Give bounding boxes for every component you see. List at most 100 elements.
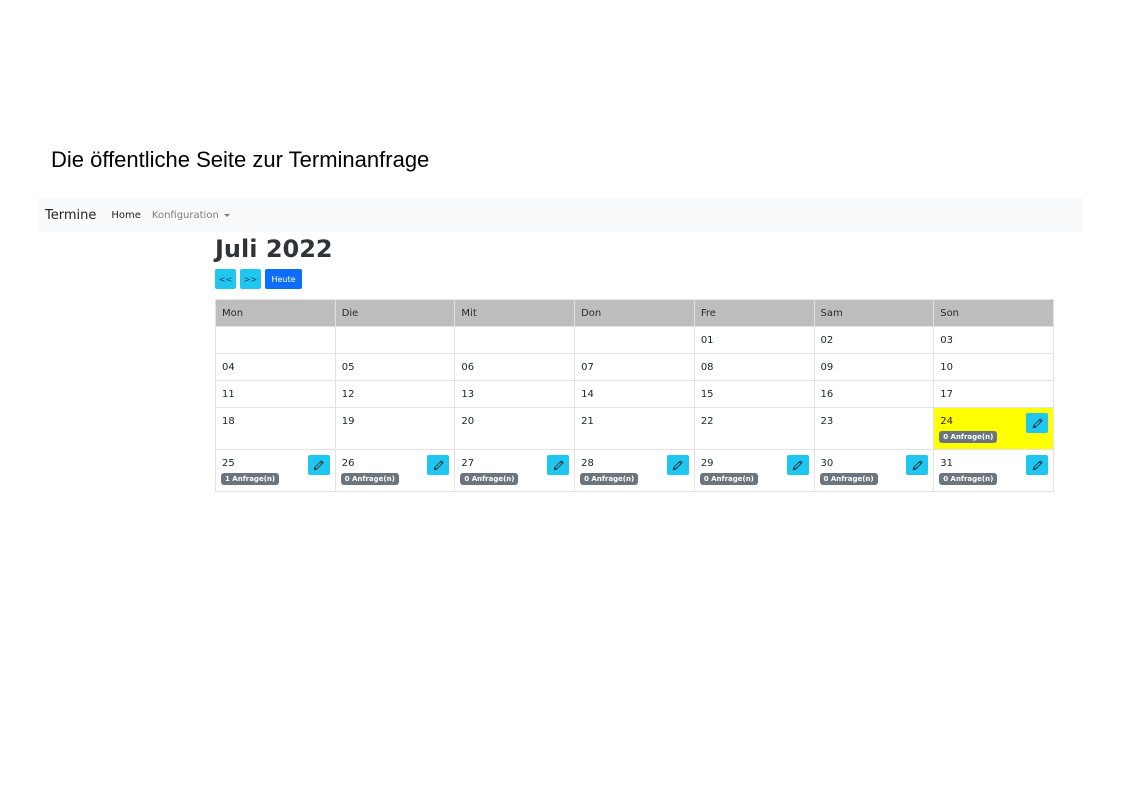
calendar-empty-cell <box>334 326 456 354</box>
day-number: 21 <box>581 416 594 427</box>
calendar-day-cell: 31 0 Anfrage(n) <box>933 449 1054 492</box>
pencil-icon <box>553 459 564 470</box>
calendar-day-cell: 03 <box>933 326 1054 354</box>
today-button[interactable]: Heute <box>265 269 302 289</box>
day-number: 02 <box>820 335 834 346</box>
day-number: 07 <box>581 362 594 373</box>
calendar-day-cell: 30 0 Anfrage(n) <box>813 449 935 492</box>
calendar-day-cell: 25 1 Anfrage(n) <box>215 449 336 492</box>
pencil-icon <box>314 459 324 470</box>
calendar-empty-cell <box>215 326 336 354</box>
day-number: 10 <box>940 362 953 373</box>
day-number: 03 <box>940 335 953 346</box>
calendar-day-cell: 21 <box>574 407 695 450</box>
day-number: 14 <box>581 389 594 400</box>
day-number: 29 <box>700 458 714 469</box>
day-number: 16 <box>820 389 834 400</box>
calendar-day-cell: 23 <box>813 407 935 450</box>
day-number: 17 <box>940 389 953 400</box>
calendar-day-cell: 24 0 Anfrage(n) <box>933 407 1054 450</box>
calendar-week-row: 11 12 13 14 15 16 17 <box>215 380 1054 408</box>
calendar-nav-buttons: << >> Heute <box>215 269 302 289</box>
day-number: 12 <box>341 389 355 400</box>
prev-month-button[interactable]: << <box>215 269 236 289</box>
pencil-icon <box>433 459 444 470</box>
edit-day-button[interactable] <box>786 455 809 475</box>
day-number: 25 <box>222 458 235 469</box>
calendar-day-cell: 18 <box>215 407 336 450</box>
edit-day-button[interactable] <box>906 455 929 475</box>
calendar-day-cell: 11 <box>215 380 336 408</box>
nav-dropdown-label: Konfiguration <box>151 209 219 221</box>
page-caption: Die öffentliche Seite zur Terminanfrage <box>51 147 430 172</box>
request-count-badge: 1 Anfrage(n) <box>221 473 280 485</box>
calendar-day-cell: 05 <box>334 353 456 381</box>
day-number: 01 <box>700 335 714 346</box>
calendar-day-cell: 22 <box>693 407 815 450</box>
navbar: Termine Home Konfiguration <box>38 198 1083 232</box>
edit-day-button[interactable] <box>307 455 330 475</box>
calendar-day-cell: 12 <box>334 380 456 408</box>
pencil-icon <box>673 459 683 470</box>
day-number: 30 <box>820 458 834 469</box>
calendar-day-cell: 10 <box>933 353 1054 381</box>
calendar-day-cell: 17 <box>933 380 1054 408</box>
request-count-badge: 0 Anfrage(n) <box>340 473 399 485</box>
navbar-brand[interactable]: Termine <box>45 208 96 223</box>
request-count-badge: 0 Anfrage(n) <box>460 473 519 485</box>
weekday-header: Mit <box>454 299 576 327</box>
calendar-day-cell: 07 <box>574 353 695 381</box>
day-number: 15 <box>700 389 714 400</box>
nav-dropdown-konfiguration[interactable]: Konfiguration <box>152 210 230 221</box>
calendar-day-cell: 13 <box>454 380 576 408</box>
day-number: 31 <box>940 458 953 469</box>
calendar-day-cell: 16 <box>813 380 935 408</box>
request-count-badge: 0 Anfrage(n) <box>939 473 998 485</box>
day-number: 05 <box>341 362 355 373</box>
day-number: 20 <box>461 416 475 427</box>
edit-day-button[interactable] <box>427 455 450 475</box>
weekday-header: Die <box>334 299 456 327</box>
calendar-day-cell: 26 0 Anfrage(n) <box>334 449 456 492</box>
day-number: 24 <box>940 416 953 427</box>
calendar-day-cell: 09 <box>813 353 935 381</box>
calendar-day-cell: 06 <box>454 353 576 381</box>
month-title: Juli 2022 <box>215 235 333 263</box>
calendar-day-cell: 01 <box>693 326 815 354</box>
calendar-week-row: 04 05 06 07 08 09 10 <box>215 353 1054 381</box>
weekday-header-row: Mon Die Mit Don Fre Sam Son <box>215 299 1054 327</box>
day-number: 09 <box>820 362 834 373</box>
next-month-button[interactable]: >> <box>240 269 261 289</box>
request-count-badge: 0 Anfrage(n) <box>939 431 998 443</box>
edit-day-button[interactable] <box>1026 413 1048 433</box>
nav-link-home[interactable]: Home <box>111 210 141 221</box>
calendar-day-cell: 27 0 Anfrage(n) <box>454 449 576 492</box>
calendar-empty-cell <box>574 326 695 354</box>
pencil-icon <box>912 459 923 470</box>
calendar-day-cell: 02 <box>813 326 935 354</box>
day-number: 27 <box>461 458 475 469</box>
calendar-day-cell: 19 <box>334 407 456 450</box>
calendar-week-row: 18 19 20 21 22 23 24 0 Anfrage(n) <box>215 407 1054 450</box>
weekday-header: Mon <box>215 299 336 327</box>
calendar-day-cell: 15 <box>693 380 815 408</box>
weekday-header: Sam <box>813 299 935 327</box>
calendar-day-cell: 14 <box>574 380 695 408</box>
day-number: 22 <box>700 416 714 427</box>
pencil-icon <box>792 459 803 470</box>
calendar-empty-cell <box>454 326 576 354</box>
edit-day-button[interactable] <box>1026 455 1048 475</box>
calendar-table: Mon Die Mit Don Fre Sam Son 01 02 03 04 05 06… <box>215 299 1054 492</box>
edit-day-button[interactable] <box>666 455 689 475</box>
pencil-icon <box>1032 459 1043 470</box>
caret-down-icon <box>223 213 230 217</box>
day-number: 23 <box>820 416 834 427</box>
day-number: 26 <box>341 458 355 469</box>
calendar-day-cell: 04 <box>215 353 336 381</box>
edit-day-button[interactable] <box>547 455 570 475</box>
calendar-day-cell: 29 0 Anfrage(n) <box>693 449 815 492</box>
calendar-day-cell: 28 0 Anfrage(n) <box>574 449 695 492</box>
calendar-body: 01 02 03 04 05 06 07 08 09 10 11 12 13 14 15 16 17 18 19 20… <box>215 326 1054 492</box>
day-number: 19 <box>341 416 355 427</box>
calendar-week-row: 01 02 03 <box>215 326 1054 354</box>
